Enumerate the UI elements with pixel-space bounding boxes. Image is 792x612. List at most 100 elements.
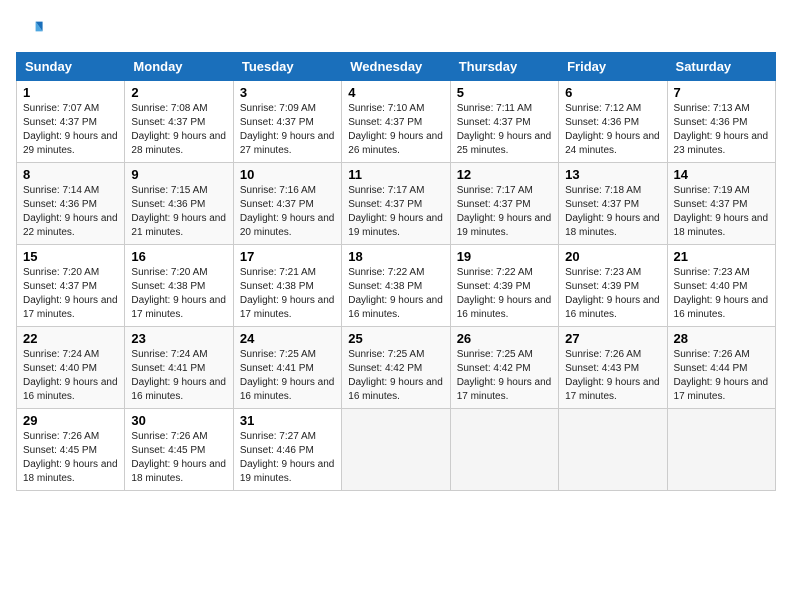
day-cell-20: 20 Sunrise: 7:23 AMSunset: 4:39 PMDaylig… [559, 245, 667, 327]
day-number: 11 [348, 167, 443, 182]
day-info: Sunrise: 7:17 AMSunset: 4:37 PMDaylight:… [457, 184, 552, 240]
page-header [16, 16, 776, 44]
day-info: Sunrise: 7:09 AMSunset: 4:37 PMDaylight:… [240, 102, 335, 158]
day-number: 5 [457, 85, 552, 100]
day-number: 10 [240, 167, 335, 182]
day-cell-13: 13 Sunrise: 7:18 AMSunset: 4:37 PMDaylig… [559, 163, 667, 245]
week-row-5: 29 Sunrise: 7:26 AMSunset: 4:45 PMDaylig… [17, 409, 776, 491]
day-number: 14 [674, 167, 769, 182]
day-cell-12: 12 Sunrise: 7:17 AMSunset: 4:37 PMDaylig… [450, 163, 558, 245]
day-number: 30 [131, 413, 226, 428]
day-cell-25: 25 Sunrise: 7:25 AMSunset: 4:42 PMDaylig… [342, 327, 450, 409]
day-info: Sunrise: 7:22 AMSunset: 4:38 PMDaylight:… [348, 266, 443, 322]
day-number: 3 [240, 85, 335, 100]
day-info: Sunrise: 7:25 AMSunset: 4:42 PMDaylight:… [348, 348, 443, 404]
day-cell-22: 22 Sunrise: 7:24 AMSunset: 4:40 PMDaylig… [17, 327, 125, 409]
day-info: Sunrise: 7:27 AMSunset: 4:46 PMDaylight:… [240, 430, 335, 486]
day-info: Sunrise: 7:10 AMSunset: 4:37 PMDaylight:… [348, 102, 443, 158]
day-cell-24: 24 Sunrise: 7:25 AMSunset: 4:41 PMDaylig… [233, 327, 341, 409]
day-cell-19: 19 Sunrise: 7:22 AMSunset: 4:39 PMDaylig… [450, 245, 558, 327]
week-row-4: 22 Sunrise: 7:24 AMSunset: 4:40 PMDaylig… [17, 327, 776, 409]
day-info: Sunrise: 7:26 AMSunset: 4:44 PMDaylight:… [674, 348, 769, 404]
day-number: 4 [348, 85, 443, 100]
day-number: 24 [240, 331, 335, 346]
week-row-1: 1 Sunrise: 7:07 AMSunset: 4:37 PMDayligh… [17, 81, 776, 163]
logo-icon [16, 16, 44, 44]
day-number: 21 [674, 249, 769, 264]
day-number: 19 [457, 249, 552, 264]
day-info: Sunrise: 7:15 AMSunset: 4:36 PMDaylight:… [131, 184, 226, 240]
day-number: 31 [240, 413, 335, 428]
day-number: 9 [131, 167, 226, 182]
day-info: Sunrise: 7:23 AMSunset: 4:40 PMDaylight:… [674, 266, 769, 322]
day-info: Sunrise: 7:25 AMSunset: 4:41 PMDaylight:… [240, 348, 335, 404]
header-friday: Friday [559, 53, 667, 81]
logo [16, 16, 48, 44]
day-info: Sunrise: 7:12 AMSunset: 4:36 PMDaylight:… [565, 102, 660, 158]
day-cell-28: 28 Sunrise: 7:26 AMSunset: 4:44 PMDaylig… [667, 327, 775, 409]
day-info: Sunrise: 7:24 AMSunset: 4:41 PMDaylight:… [131, 348, 226, 404]
week-row-2: 8 Sunrise: 7:14 AMSunset: 4:36 PMDayligh… [17, 163, 776, 245]
day-cell-30: 30 Sunrise: 7:26 AMSunset: 4:45 PMDaylig… [125, 409, 233, 491]
day-cell-1: 1 Sunrise: 7:07 AMSunset: 4:37 PMDayligh… [17, 81, 125, 163]
header-thursday: Thursday [450, 53, 558, 81]
header-wednesday: Wednesday [342, 53, 450, 81]
day-info: Sunrise: 7:20 AMSunset: 4:37 PMDaylight:… [23, 266, 118, 322]
day-number: 27 [565, 331, 660, 346]
day-info: Sunrise: 7:11 AMSunset: 4:37 PMDaylight:… [457, 102, 552, 158]
day-info: Sunrise: 7:18 AMSunset: 4:37 PMDaylight:… [565, 184, 660, 240]
day-info: Sunrise: 7:22 AMSunset: 4:39 PMDaylight:… [457, 266, 552, 322]
day-number: 17 [240, 249, 335, 264]
day-cell-14: 14 Sunrise: 7:19 AMSunset: 4:37 PMDaylig… [667, 163, 775, 245]
empty-cell [342, 409, 450, 491]
day-cell-5: 5 Sunrise: 7:11 AMSunset: 4:37 PMDayligh… [450, 81, 558, 163]
day-number: 29 [23, 413, 118, 428]
day-cell-8: 8 Sunrise: 7:14 AMSunset: 4:36 PMDayligh… [17, 163, 125, 245]
header-saturday: Saturday [667, 53, 775, 81]
day-number: 28 [674, 331, 769, 346]
day-number: 20 [565, 249, 660, 264]
header-tuesday: Tuesday [233, 53, 341, 81]
day-info: Sunrise: 7:08 AMSunset: 4:37 PMDaylight:… [131, 102, 226, 158]
header-sunday: Sunday [17, 53, 125, 81]
empty-cell [559, 409, 667, 491]
day-number: 23 [131, 331, 226, 346]
day-number: 26 [457, 331, 552, 346]
day-cell-16: 16 Sunrise: 7:20 AMSunset: 4:38 PMDaylig… [125, 245, 233, 327]
day-number: 12 [457, 167, 552, 182]
day-info: Sunrise: 7:23 AMSunset: 4:39 PMDaylight:… [565, 266, 660, 322]
day-info: Sunrise: 7:07 AMSunset: 4:37 PMDaylight:… [23, 102, 118, 158]
header-row: SundayMondayTuesdayWednesdayThursdayFrid… [17, 53, 776, 81]
day-info: Sunrise: 7:24 AMSunset: 4:40 PMDaylight:… [23, 348, 118, 404]
day-cell-31: 31 Sunrise: 7:27 AMSunset: 4:46 PMDaylig… [233, 409, 341, 491]
day-number: 2 [131, 85, 226, 100]
day-info: Sunrise: 7:16 AMSunset: 4:37 PMDaylight:… [240, 184, 335, 240]
day-info: Sunrise: 7:13 AMSunset: 4:36 PMDaylight:… [674, 102, 769, 158]
day-info: Sunrise: 7:19 AMSunset: 4:37 PMDaylight:… [674, 184, 769, 240]
day-number: 25 [348, 331, 443, 346]
week-row-3: 15 Sunrise: 7:20 AMSunset: 4:37 PMDaylig… [17, 245, 776, 327]
day-cell-29: 29 Sunrise: 7:26 AMSunset: 4:45 PMDaylig… [17, 409, 125, 491]
day-info: Sunrise: 7:26 AMSunset: 4:45 PMDaylight:… [131, 430, 226, 486]
day-number: 7 [674, 85, 769, 100]
day-cell-27: 27 Sunrise: 7:26 AMSunset: 4:43 PMDaylig… [559, 327, 667, 409]
day-info: Sunrise: 7:21 AMSunset: 4:38 PMDaylight:… [240, 266, 335, 322]
calendar-table: SundayMondayTuesdayWednesdayThursdayFrid… [16, 52, 776, 491]
day-number: 6 [565, 85, 660, 100]
day-cell-6: 6 Sunrise: 7:12 AMSunset: 4:36 PMDayligh… [559, 81, 667, 163]
empty-cell [667, 409, 775, 491]
day-cell-17: 17 Sunrise: 7:21 AMSunset: 4:38 PMDaylig… [233, 245, 341, 327]
day-cell-10: 10 Sunrise: 7:16 AMSunset: 4:37 PMDaylig… [233, 163, 341, 245]
day-info: Sunrise: 7:26 AMSunset: 4:45 PMDaylight:… [23, 430, 118, 486]
header-monday: Monday [125, 53, 233, 81]
day-number: 18 [348, 249, 443, 264]
day-number: 13 [565, 167, 660, 182]
day-cell-4: 4 Sunrise: 7:10 AMSunset: 4:37 PMDayligh… [342, 81, 450, 163]
day-info: Sunrise: 7:26 AMSunset: 4:43 PMDaylight:… [565, 348, 660, 404]
day-number: 15 [23, 249, 118, 264]
day-cell-18: 18 Sunrise: 7:22 AMSunset: 4:38 PMDaylig… [342, 245, 450, 327]
day-number: 8 [23, 167, 118, 182]
day-info: Sunrise: 7:14 AMSunset: 4:36 PMDaylight:… [23, 184, 118, 240]
day-cell-3: 3 Sunrise: 7:09 AMSunset: 4:37 PMDayligh… [233, 81, 341, 163]
day-number: 22 [23, 331, 118, 346]
